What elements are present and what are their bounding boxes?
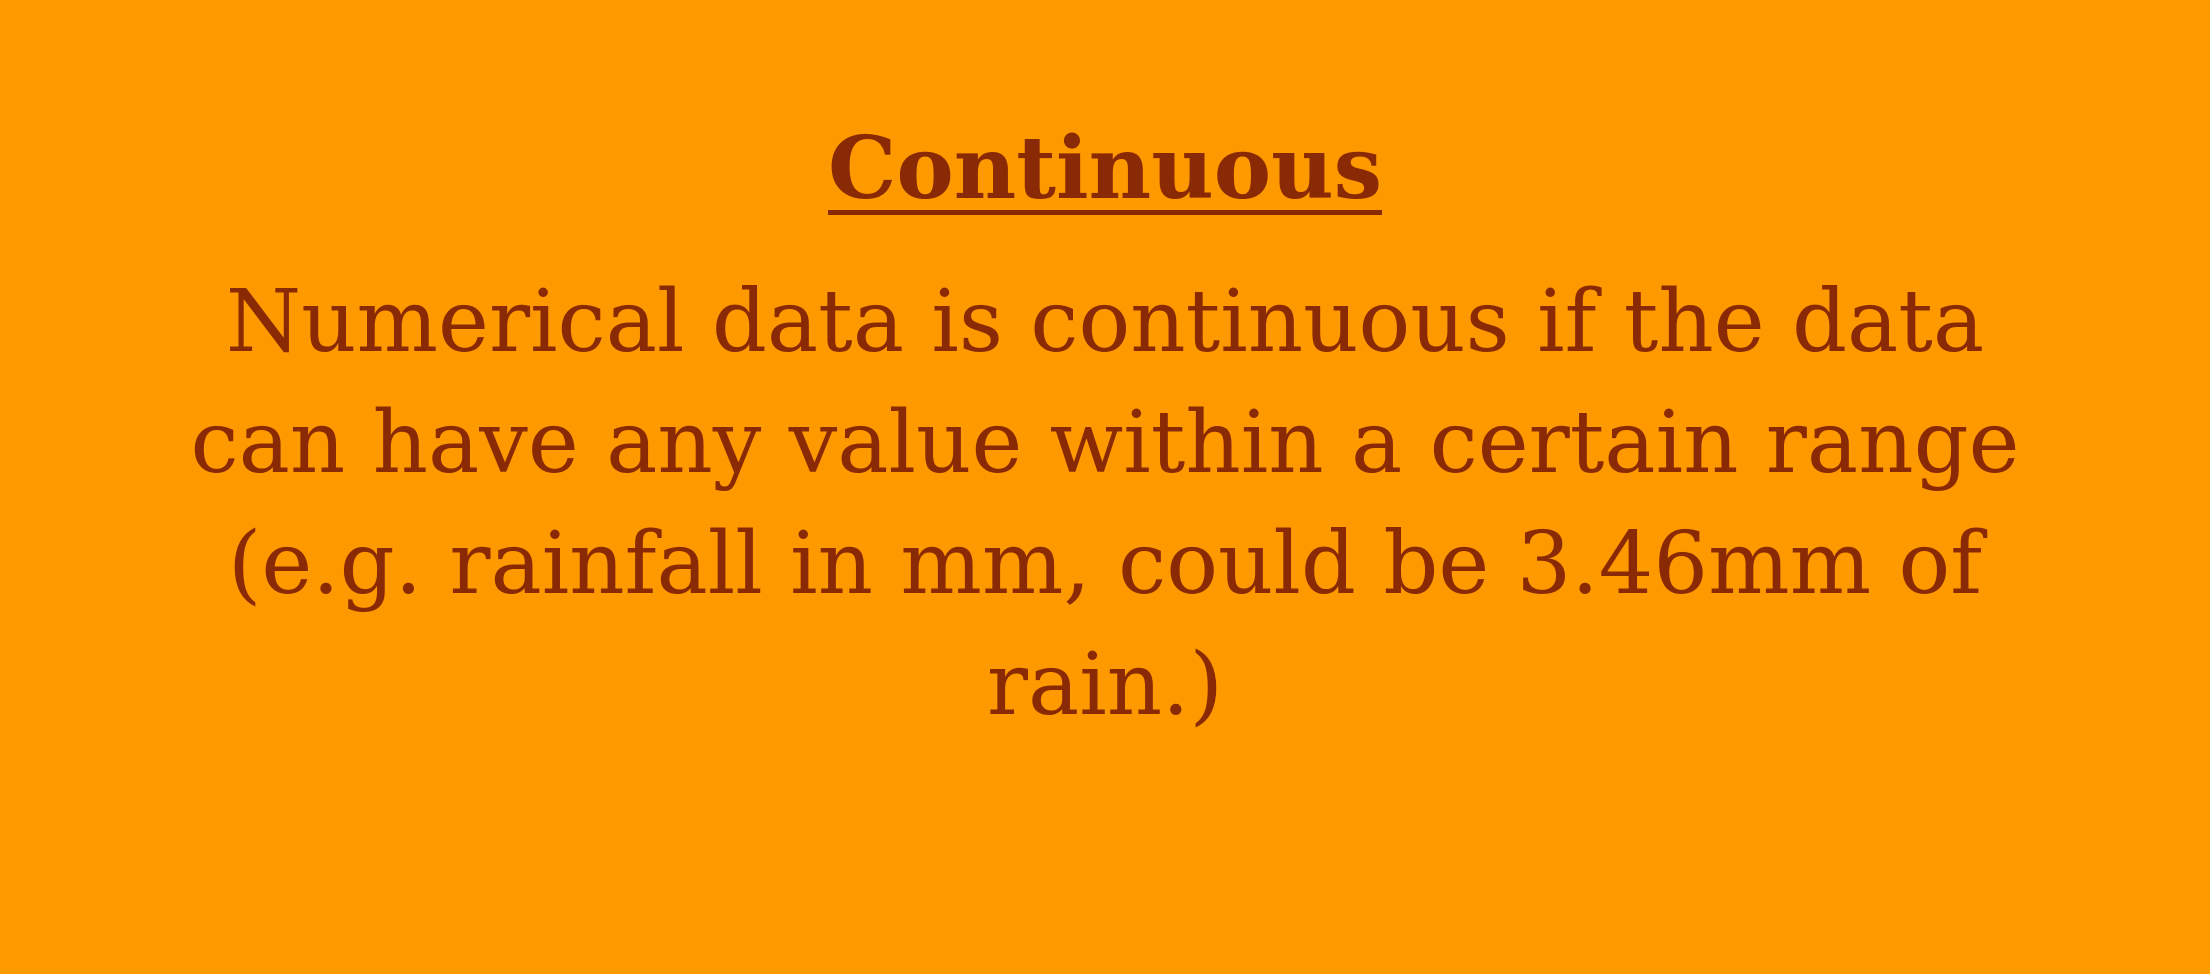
slide: Continuous Numerical data is continuous … [0, 0, 2210, 974]
slide-body-text: Numerical data is continuous if the data… [190, 272, 2020, 735]
slide-title: Continuous [827, 118, 1383, 219]
